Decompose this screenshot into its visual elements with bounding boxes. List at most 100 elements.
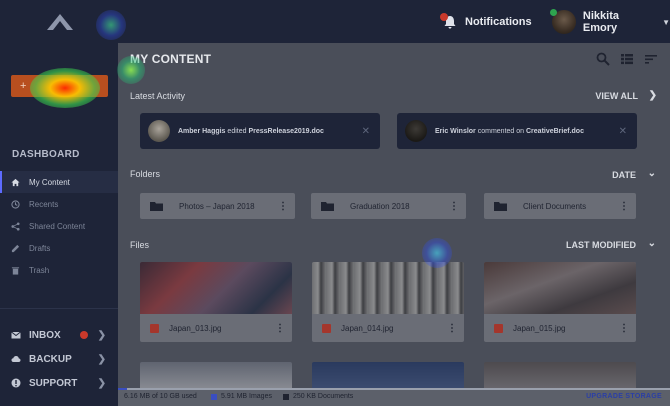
more-options-icon[interactable]: ⋮ [447,323,457,334]
drafts-icon [11,244,20,252]
storage-fill [118,388,127,390]
view-all-link[interactable]: VIEW ALL [595,91,638,101]
chevron-right-icon: ❯ [97,377,106,389]
file-card[interactable]: Japan_015.jpg ⋮ [484,262,636,342]
notifications-label: Notifications [465,16,532,28]
file-thumbnail [312,262,464,314]
share-icon [11,221,20,231]
image-file-icon [322,323,331,333]
sidebar-item-label: Trash [29,265,50,275]
folder-item[interactable]: Photos – Japan 2018 ⋮ [140,193,295,219]
activity-text: Eric Winslor commented on CreativeBrief.… [435,128,584,135]
storage-used: 6.16 MB of 10 GB used [124,393,197,400]
sidebar-item-shared-content[interactable]: Shared Content [0,215,118,237]
sidebar-item-inbox[interactable]: INBOX ❯ [0,323,118,347]
home-icon [11,178,20,186]
activity-action: commented on [477,127,525,135]
chevron-right-icon[interactable]: ❯ [649,90,657,101]
folders-sort-dropdown[interactable]: DATE [612,170,636,180]
sidebar-item-recents[interactable]: Recents [0,193,118,215]
clock-icon [11,199,20,209]
chevron-right-icon: ❯ [97,353,106,365]
dashboard-title: DASHBOARD [12,149,80,160]
storage-documents-text: 250 KB Documents [293,393,354,400]
bell-icon [440,13,457,29]
activity-user: Eric Winslor [435,127,476,135]
documents-legend-swatch [283,393,289,400]
more-options-icon[interactable]: ⋮ [619,201,629,212]
folder-name: Graduation 2018 [350,201,410,211]
file-name: Japan_013.jpg [169,323,222,333]
sidebar: + DASHBOARD My Content Recents Shared Co… [0,43,118,406]
sidebar-item-my-content[interactable]: My Content [0,171,118,193]
folders-label: Folders [130,169,161,179]
more-options-icon[interactable]: ⋮ [619,323,629,334]
more-options-icon[interactable]: ⋮ [278,201,288,212]
folder-item[interactable]: Graduation 2018 ⋮ [311,193,466,219]
folder-icon [494,202,507,211]
chevron-down-icon: ▼ [662,17,670,27]
sidebar-item-label: Drafts [29,243,51,253]
storage-used-text: 6.16 MB of 10 GB used [124,393,197,400]
file-meta: Japan_015.jpg ⋮ [484,314,636,342]
close-icon[interactable]: ✕ [619,126,627,137]
folder-item[interactable]: Client Documents ⋮ [484,193,636,219]
sort-icon[interactable] [644,52,658,66]
file-thumbnail[interactable] [484,362,636,388]
sidebar-item-drafts[interactable]: Drafts [0,237,118,259]
storage-images: 5.91 MB Images [211,393,272,400]
sidebar-nav: My Content Recents Shared Content Drafts… [0,171,118,281]
sidebar-item-backup[interactable]: BACKUP ❯ [0,347,118,371]
storage-bar: 6.16 MB of 10 GB used 5.91 MB Images 250… [118,388,670,406]
page-title: MY CONTENT [130,52,212,66]
file-card[interactable]: Japan_013.jpg ⋮ [140,262,292,342]
sidebar-item-label: My Content [29,177,70,187]
activity-card[interactable]: Eric Winslor commented on CreativeBrief.… [397,113,637,149]
sidebar-item-support[interactable]: SUPPORT ❯ [0,371,118,395]
chevron-down-icon[interactable]: ⌄ [648,168,656,179]
folder-icon [321,202,334,211]
sidebar-item-label: Shared Content [29,221,86,231]
files-sort-dropdown[interactable]: LAST MODIFIED [566,240,636,250]
sidebar-item-trash[interactable]: Trash [0,259,118,281]
upgrade-storage-link[interactable]: UPGRADE STORAGE [586,393,662,400]
inbox-badge [80,331,88,339]
more-options-icon[interactable]: ⋮ [449,201,459,212]
support-icon [11,378,21,388]
user-menu[interactable]: Nikkita Emory ▼ [550,9,670,35]
activity-target: CreativeBrief.doc [526,127,584,135]
chevron-right-icon: ❯ [97,329,106,341]
sidebar-item-label: INBOX [29,329,61,341]
storage-documents: 250 KB Documents [283,393,353,400]
main-content: MY CONTENT Latest Activity VIEW ALL ❯ Am… [118,43,670,388]
view-tools [596,52,658,66]
notification-badge [440,13,448,21]
file-name: Japan_014.jpg [341,323,394,333]
sidebar-item-label: Recents [29,199,59,209]
avatar [550,9,576,34]
file-thumbnail [484,262,636,314]
notifications-button[interactable]: Notifications [440,12,532,32]
activity-card[interactable]: Amber Haggis edited PressRelease2019.doc… [140,113,380,149]
online-status-dot [550,9,557,16]
logo-icon[interactable] [46,13,74,31]
avatar [405,120,427,142]
search-icon[interactable] [596,52,610,66]
storage-images-text: 5.91 MB Images [221,393,272,400]
avatar [148,120,170,142]
chevron-down-icon[interactable]: ⌄ [648,238,656,249]
more-options-icon[interactable]: ⋮ [275,323,285,334]
list-view-icon[interactable] [620,52,634,66]
sidebar-item-label: SUPPORT [29,377,78,389]
file-card[interactable]: Japan_014.jpg ⋮ [312,262,464,342]
close-icon[interactable]: ✕ [362,126,370,137]
new-button[interactable]: + [11,75,108,97]
folder-name: Photos – Japan 2018 [179,201,255,211]
file-thumbnail[interactable] [140,362,292,388]
folder-icon [150,202,163,211]
images-legend-swatch [211,393,217,400]
activity-target: PressRelease2019.doc [248,127,324,135]
file-thumbnail[interactable] [312,362,464,388]
image-file-icon [494,323,503,333]
sidebar-divider [0,308,118,309]
